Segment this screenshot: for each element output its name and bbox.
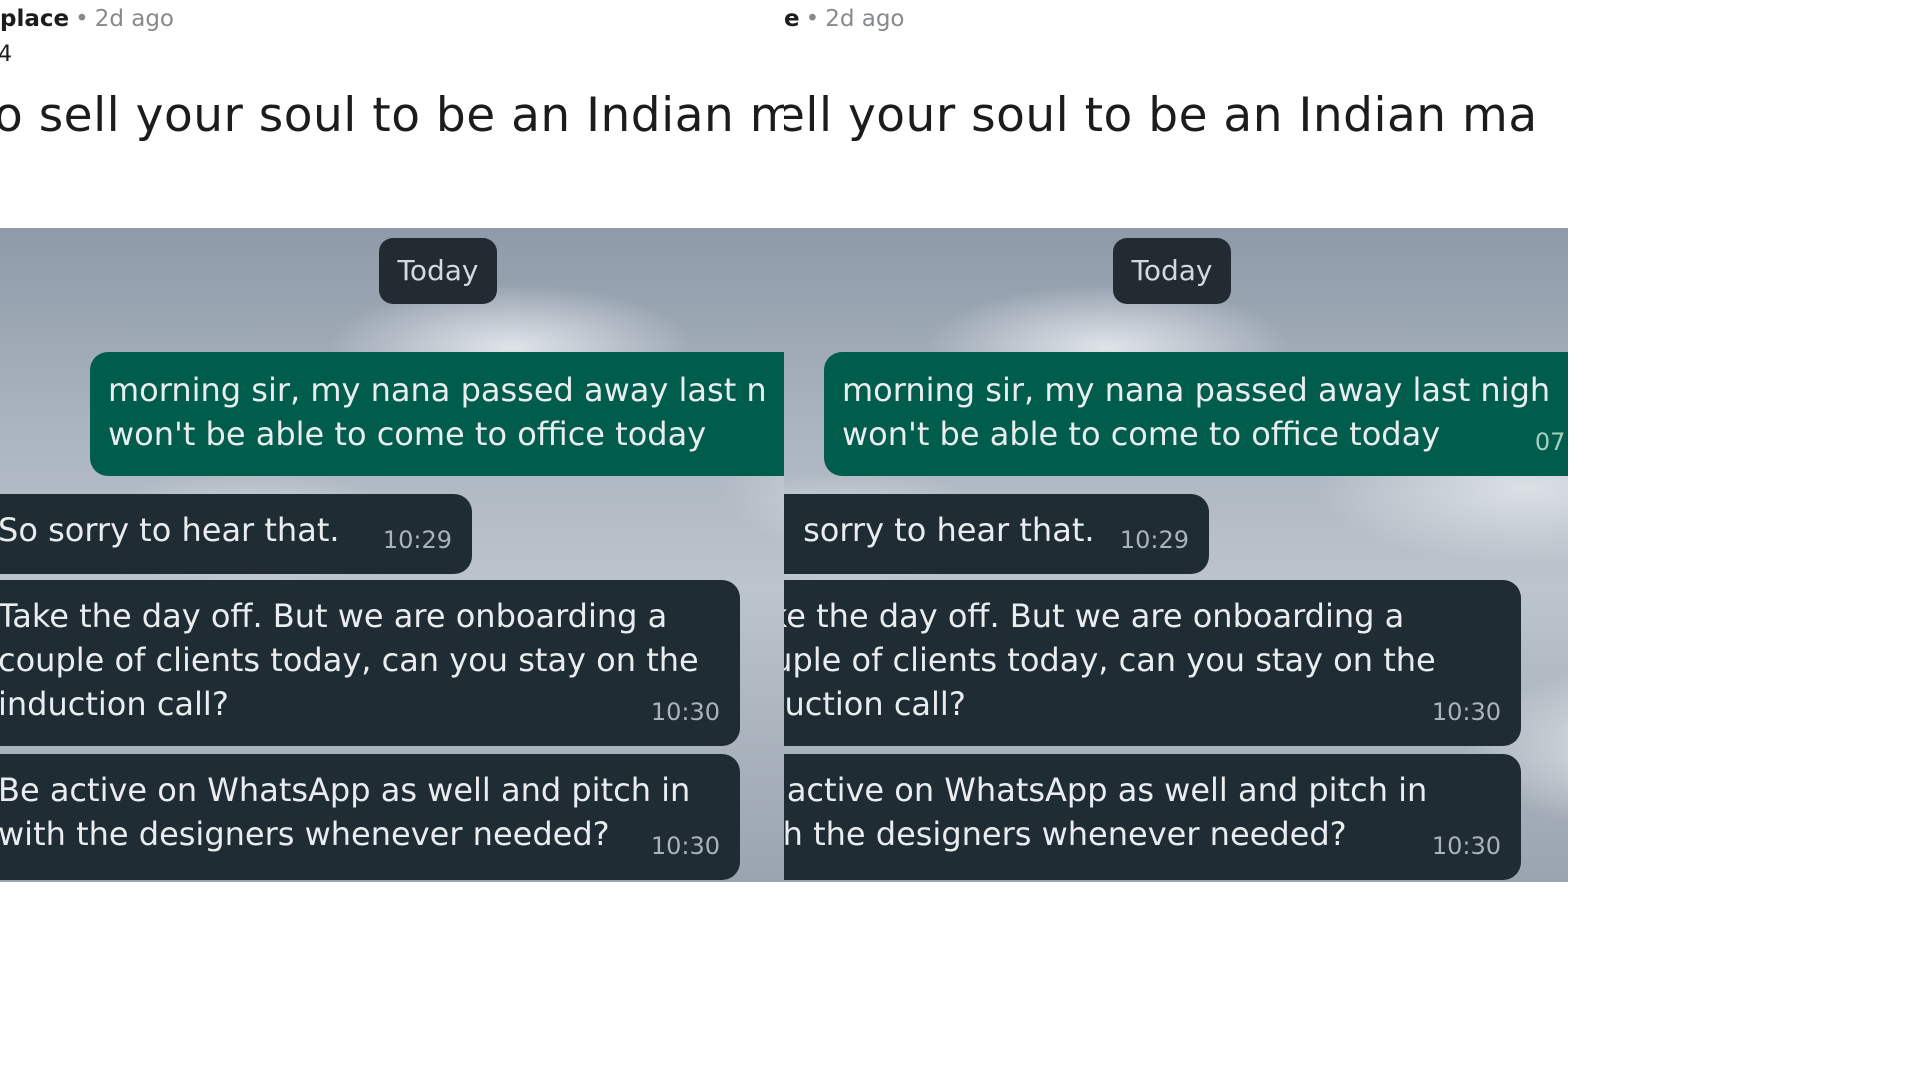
post-title[interactable]: o sell your soul to be an Indian m: [0, 88, 784, 143]
post-subline: 04: [0, 42, 12, 67]
post-age: 2d ago: [94, 6, 174, 32]
message-text: morning sir, my nana passed away last n …: [108, 371, 767, 453]
message-time: 10:30: [1431, 832, 1501, 860]
message-time: 10:29: [1119, 526, 1189, 554]
message-text: Take the day off. But we are onboarding …: [0, 597, 699, 723]
meta-separator: •: [805, 6, 820, 32]
post-author[interactable]: place: [0, 6, 69, 32]
message-time: 10:30: [1431, 698, 1501, 726]
message-incoming: So sorry to hear that. 10:29: [0, 494, 472, 574]
screenshot-panel-left: place•2d ago 04 o sell your soul to be a…: [0, 0, 784, 882]
date-chip: Today: [1113, 238, 1231, 304]
message-text: Be active on WhatsApp as well and pitch …: [0, 771, 691, 853]
message-incoming: Take the day off. But we are onboarding …: [784, 580, 1521, 746]
chat-screenshot: Today morning sir, my nana passed away l…: [784, 228, 1568, 882]
screenshot-panel-right: e • 2d ago ell your soul to be an Indian m…: [784, 0, 1568, 882]
chat-screenshot: Today morning sir, my nana passed away l…: [0, 228, 784, 882]
post-meta: e • 2d ago: [784, 6, 905, 32]
message-time: 07:15: [1534, 428, 1568, 456]
meta-separator: •: [75, 6, 89, 32]
post-author[interactable]: e: [784, 6, 800, 32]
post-meta: place • 2d ago: [0, 6, 174, 32]
message-incoming: Be active on WhatsApp as well and pitch …: [784, 754, 1521, 880]
message-text: Be active on WhatsApp as well and pitch …: [784, 771, 1428, 853]
post-age: 2d ago: [825, 6, 905, 32]
post-title[interactable]: ell your soul to be an Indian ma: [784, 88, 1538, 143]
message-text: morning sir, my nana passed away last ni…: [842, 371, 1551, 453]
message-outgoing: morning sir, my nana passed away last n …: [90, 352, 784, 476]
date-chip: Today: [379, 238, 497, 304]
message-incoming: So sorry to hear that. 10:29: [784, 494, 1209, 574]
message-time: 10:29: [382, 526, 452, 554]
message-incoming: Take the day off. But we are onboarding …: [0, 580, 740, 746]
message-time: 10:30: [650, 698, 720, 726]
message-text: Take the day off. But we are onboarding …: [784, 597, 1436, 723]
message-time: 10:30: [650, 832, 720, 860]
message-outgoing: morning sir, my nana passed away last ni…: [824, 352, 1568, 476]
message-incoming: Be active on WhatsApp as well and pitch …: [0, 754, 740, 880]
